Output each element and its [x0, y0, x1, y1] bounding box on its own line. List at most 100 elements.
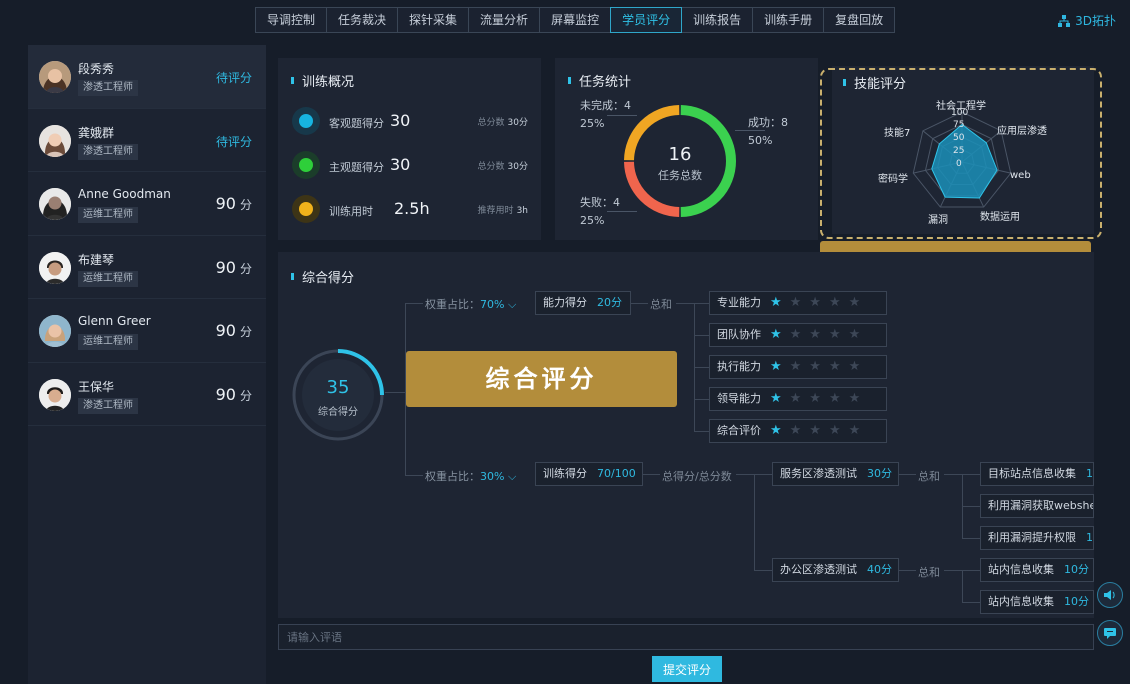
subjective-score-label: 主观题得分 — [329, 161, 384, 174]
avatar — [39, 188, 71, 220]
score-unit: 分 — [239, 261, 252, 276]
student-score: 90 分 — [216, 321, 252, 340]
submit-score-button[interactable]: 提交评分 — [652, 656, 722, 682]
tree-line — [899, 570, 916, 571]
student-item[interactable]: Glenn Greer 运维工程师 90 分 — [28, 299, 266, 363]
tree-line — [643, 474, 660, 475]
student-item[interactable]: 王保华 渗透工程师 90 分 — [28, 363, 266, 426]
panel-title: 任务统计 — [568, 71, 631, 90]
ability-weight[interactable]: 权重占比：70% ⌵ — [425, 296, 516, 312]
objective-score-value: 30 — [390, 111, 411, 130]
tab-screen-monitor[interactable]: 屏幕监控 — [539, 7, 612, 33]
tab-traffic-analysis[interactable]: 流量分析 — [468, 7, 541, 33]
student-name: 王保华 — [78, 379, 115, 394]
training-time-label: 训练用时 — [329, 205, 373, 218]
student-status: 待评分 — [215, 71, 252, 85]
office-zone-item: 站内信息收集 10分 — [980, 590, 1094, 614]
tree-line — [405, 303, 423, 304]
ability-item: 团队协作 ★★★★★ — [709, 323, 887, 347]
callout-line — [607, 115, 637, 116]
star-rating[interactable]: ★★★★★ — [770, 420, 868, 442]
student-role: 渗透工程师 — [78, 80, 138, 96]
subjective-score-row: 主观题得分 30 总分数 30分 — [292, 151, 530, 179]
tree-line — [754, 474, 755, 570]
score-value: 90 — [215, 194, 236, 213]
student-score: 90 分 — [216, 194, 252, 213]
score-value: 90 — [215, 321, 236, 340]
overall-score-value: 35 — [326, 377, 350, 398]
training-score-box: 训练得分 70/100 — [535, 462, 643, 486]
objective-score-row: 客观题得分 30 总分数 30分 — [292, 107, 530, 135]
recommended-time: 推荐用时 3h — [477, 206, 528, 216]
clock-icon — [292, 195, 320, 223]
top-nav: 导调控制 任务裁决 探针采集 流量分析 屏幕监控 学员评分 训练报告 训练手册 … — [255, 7, 896, 33]
student-list: 段秀秀 渗透工程师 待评分 龚娥群 渗透工程师 待评分 Anne Goodman… — [28, 45, 266, 684]
service-zone-box: 服务区渗透测试 30分 — [772, 462, 899, 486]
avatar — [39, 251, 71, 284]
objective-score-label: 客观题得分 — [329, 117, 384, 130]
ability-item: 综合评价 ★★★★★ — [709, 419, 887, 443]
student-role: 渗透工程师 — [78, 143, 138, 160]
ability-item: 领导能力 ★★★★★ — [709, 387, 887, 411]
tab-training-manual[interactable]: 训练手册 — [752, 7, 825, 33]
speaker-icon[interactable] — [1097, 582, 1123, 608]
topology-3d-button[interactable]: 3D拓扑 — [1058, 12, 1116, 29]
ability-item: 专业能力 ★★★★★ — [709, 291, 887, 315]
avatar — [39, 315, 71, 347]
callout-line — [735, 130, 765, 131]
tree-line — [694, 367, 709, 368]
unfinished-label: 未完成：4 — [580, 99, 631, 112]
star-rating[interactable]: ★★★★★ — [770, 388, 868, 410]
score-unit: 分 — [239, 325, 252, 339]
subjective-total: 总分数 30分 — [477, 162, 528, 172]
chevron-down-icon[interactable]: ⌵ — [504, 470, 516, 483]
unfinished-pct: 25% — [580, 117, 605, 130]
student-item[interactable]: 段秀秀 渗透工程师 待评分 — [28, 45, 266, 109]
tree-line — [385, 392, 405, 393]
subjective-score-value: 30 — [390, 155, 411, 174]
task-stats-panel: 任务统计 16 任务总数 未完成：4 25% 成功：8 50% 失败：4 25% — [555, 58, 818, 240]
failed-label: 失败：4 — [580, 196, 620, 209]
tree-line — [694, 399, 709, 400]
chevron-down-icon[interactable]: ⌵ — [504, 298, 516, 311]
tree-line — [962, 602, 980, 603]
student-item[interactable]: Anne Goodman 运维工程师 90 分 — [28, 172, 266, 236]
student-name: Glenn Greer — [78, 314, 151, 328]
student-score: 90 分 — [216, 258, 252, 277]
tree-line — [962, 506, 980, 507]
tab-probe-collect[interactable]: 探针采集 — [397, 7, 470, 33]
tab-training-report[interactable]: 训练报告 — [681, 7, 754, 33]
student-role: 运维工程师 — [78, 207, 138, 223]
student-item[interactable]: 龚娥群 渗透工程师 待评分 — [28, 109, 266, 172]
tree-line — [754, 570, 772, 571]
tree-line — [405, 475, 423, 476]
student-name: 段秀秀 — [78, 62, 115, 76]
avatar — [39, 378, 71, 411]
avatar — [39, 124, 71, 157]
student-name: 龚娥群 — [78, 125, 115, 140]
topology-icon — [1058, 14, 1071, 27]
star-rating[interactable]: ★★★★★ — [770, 356, 868, 378]
tab-task-judge[interactable]: 任务裁决 — [326, 7, 399, 33]
tree-line — [694, 335, 709, 336]
success-pct: 50% — [748, 134, 773, 147]
task-total-label: 任务总数 — [658, 169, 702, 182]
document-icon — [292, 107, 320, 135]
student-role: 运维工程师 — [78, 334, 138, 350]
overall-score-label: 综合得分 — [318, 407, 358, 418]
tab-director-control[interactable]: 导调控制 — [255, 7, 328, 33]
ability-relation: 总和 — [650, 298, 672, 311]
comment-input[interactable] — [278, 624, 1094, 650]
tab-replay[interactable]: 复盘回放 — [823, 7, 896, 33]
training-weight[interactable]: 权重占比：30% ⌵ — [425, 468, 516, 484]
training-time-value: 2.5h — [394, 199, 430, 218]
tree-line — [676, 303, 709, 304]
training-relation: 总得分/总分数 — [662, 470, 732, 483]
tab-student-score[interactable]: 学员评分 — [610, 7, 683, 33]
star-rating[interactable]: ★★★★★ — [770, 324, 868, 346]
overall-title: 综合得分 — [302, 271, 355, 286]
success-label: 成功：8 — [748, 116, 788, 129]
star-rating[interactable]: ★★★★★ — [770, 292, 868, 314]
chat-icon[interactable] — [1097, 620, 1123, 646]
student-item[interactable]: 布建琴 运维工程师 90 分 — [28, 236, 266, 299]
